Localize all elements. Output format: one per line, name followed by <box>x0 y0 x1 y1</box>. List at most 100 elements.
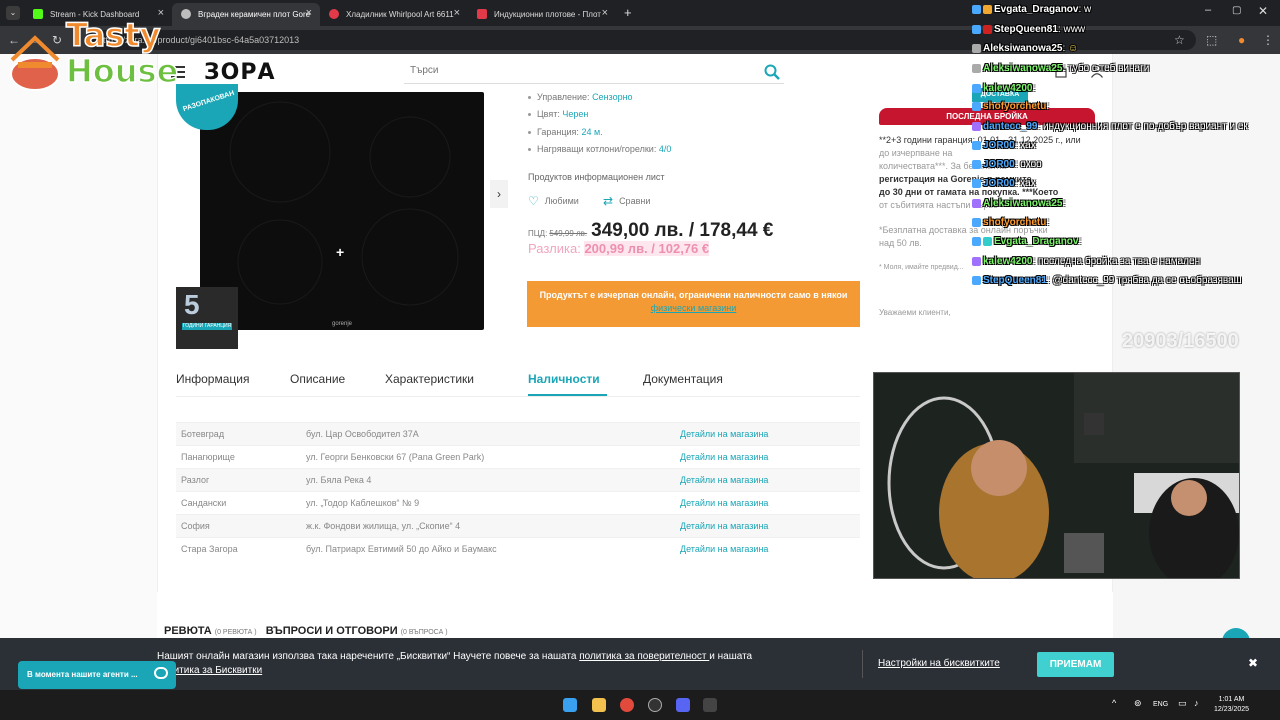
table-row: Панагюрище ул. Георги Бенковски 67 (Pana … <box>176 445 860 469</box>
store-favicon <box>477 9 487 19</box>
store-address: ул. „Тодор Каблешков“ № 9 <box>301 491 675 515</box>
store-details-link[interactable]: Детайли на магазина <box>675 468 860 492</box>
tray-app-icon[interactable]: ⊚ <box>1134 698 1142 709</box>
reviews-heading[interactable]: РЕВЮТА (0 РЕВЮТА ) ВЪПРОСИ И ОТГОВОРИ (0… <box>164 625 448 637</box>
browser-tab-zora[interactable]: Вграден керамичен плот Gore × <box>172 3 320 26</box>
favorites-button[interactable]: ♡ Любими <box>528 194 579 208</box>
physical-stores-link[interactable]: физически магазини <box>651 303 737 313</box>
cooktop-zones-graphic: gorenje <box>229 101 459 327</box>
discord-icon[interactable] <box>676 698 690 712</box>
cookie-text: Нашият онлайн магазин използва така наре… <box>157 651 753 676</box>
store-city: Разлог <box>176 468 301 492</box>
tab-documentation[interactable]: Документация <box>643 372 723 386</box>
tasty-house-logo: Tasty House <box>4 15 179 108</box>
table-row: Разлог ул. Бяла Река 4 Детайли на магазина <box>176 468 860 492</box>
old-price: 549,99 лв. <box>549 229 588 238</box>
table-row: София ж.к. Фондови жилища, ул. „Скопие“ 4… <box>176 514 860 538</box>
spec-color: Цвят: Черен <box>528 109 588 119</box>
chat-message: JOR00: хах <box>972 178 1036 189</box>
terminal-icon[interactable] <box>703 698 717 712</box>
compare-button[interactable]: ⇄ Сравни <box>603 194 650 208</box>
store-city: Сандански <box>176 491 301 515</box>
tab-availability[interactable]: Наличности <box>528 372 600 386</box>
browser-tab-whirlpool[interactable]: Хладилник Whirlpool Art 6611 × <box>320 3 468 26</box>
network-icon[interactable]: ▭ <box>1178 698 1187 709</box>
store-details-link[interactable]: Детайли на магазина <box>675 422 860 446</box>
chrome-icon[interactable] <box>620 698 634 712</box>
store-city: София <box>176 514 301 538</box>
tab-information[interactable]: Информация <box>176 372 249 386</box>
live-chat-widget[interactable]: В момента нашите агенти ... <box>18 661 176 689</box>
price-difference: Разлика: 200,99 лв. / 102,76 € <box>528 241 710 256</box>
chat-message: dantecc_99: индукционния плот е по-добър… <box>972 121 1248 132</box>
follower-goal-counter: 20903/16500 <box>1122 330 1239 352</box>
close-window-icon[interactable]: ✕ <box>1258 4 1268 18</box>
tab-label: Индукционни плотове - Плот <box>494 10 601 19</box>
store-address: ж.к. Фондови жилища, ул. „Скопие“ 4 <box>301 514 675 538</box>
chat-message: JOR00: охоо <box>972 159 1042 170</box>
store-details-link[interactable]: Детайли на магазина <box>675 537 860 561</box>
chat-icon <box>154 667 168 679</box>
system-clock[interactable]: 1:01 AM 12/23/2025 <box>1214 695 1249 715</box>
zoom-plus-icon[interactable]: + <box>336 244 344 260</box>
store-details-link[interactable]: Детайли на магазина <box>675 445 860 469</box>
close-tab-icon[interactable]: × <box>454 7 460 19</box>
store-details-link[interactable]: Детайли на магазина <box>675 491 860 515</box>
store-city: Панагюрище <box>176 445 301 469</box>
browser-menu-icon[interactable]: ⋮ <box>1262 33 1274 47</box>
store-address: бул. Патриарх Евтимий 50 до Айко и Баума… <box>301 537 675 561</box>
chat-message: Aleksiwanowa25: ☺ <box>972 43 1078 54</box>
next-image-arrow[interactable]: › <box>490 180 508 208</box>
svg-text:gorenje: gorenje <box>332 321 353 327</box>
zora-favicon <box>181 9 191 19</box>
profile-icon[interactable]: ● <box>1238 33 1245 47</box>
privacy-policy-link[interactable]: политика за поверителност <box>579 651 709 662</box>
search-icon[interactable] <box>764 64 780 80</box>
chat-message: JOR00: хах <box>972 140 1036 151</box>
site-logo[interactable]: ЗОРА <box>204 60 275 85</box>
heart-icon: ♡ <box>528 194 539 208</box>
tabs-divider <box>176 396 860 397</box>
extensions-icon[interactable]: ⬚ <box>1206 33 1217 47</box>
product-image[interactable]: gorenje <box>200 92 484 330</box>
accept-cookies-button[interactable]: ПРИЕМАМ <box>1037 652 1114 677</box>
maximize-window-icon[interactable]: ▢ <box>1232 5 1241 16</box>
cookie-banner: Нашият онлайн магазин използва така наре… <box>0 638 1280 690</box>
tab-characteristics[interactable]: Характеристики <box>385 372 474 386</box>
pot-icon <box>10 35 60 91</box>
close-tab-icon[interactable]: × <box>306 7 312 19</box>
out-of-stock-notice: Продуктът е изчерпан онлайн, ограничени … <box>527 281 860 327</box>
language-indicator[interactable]: ENG <box>1153 701 1168 708</box>
bookmark-star-icon[interactable]: ☆ <box>1174 33 1185 47</box>
volume-icon[interactable]: ♪ <box>1194 698 1199 708</box>
spec-warranty: Гаранция: 24 м. <box>528 127 603 137</box>
tab-description[interactable]: Описание <box>290 372 345 386</box>
chat-message: shofyorchetu: <box>972 101 1049 112</box>
store-city: Стара Загора <box>176 537 301 561</box>
table-row: Ботевград бул. Цар Освободител 37А Детайли… <box>176 422 860 446</box>
stores-table: Ботевград бул. Цар Освободител 37А Детайли… <box>176 422 860 561</box>
obs-icon[interactable] <box>648 698 662 712</box>
chat-message: shofyorchetu: <box>972 217 1049 228</box>
windows-start-icon[interactable] <box>563 698 577 712</box>
file-explorer-icon[interactable] <box>592 698 606 712</box>
minimize-window-icon[interactable]: – <box>1205 4 1211 16</box>
search-input[interactable] <box>410 65 740 76</box>
store-address: ул. Бяла Река 4 <box>301 468 675 492</box>
cookie-settings-link[interactable]: Настройки на бисквитките <box>878 658 1000 669</box>
table-row: Сандански ул. „Тодор Каблешков“ № 9 Детайл… <box>176 491 860 515</box>
webcam-overlay <box>873 372 1240 579</box>
product-datasheet-link[interactable]: Продуктов информационен лист <box>528 172 665 182</box>
browser-tab-induction[interactable]: Индукционни плотове - Плот × <box>468 3 616 26</box>
close-tab-icon[interactable]: × <box>602 7 608 19</box>
chat-message: StepQueen81: @dantecc_99 трябва да се съ… <box>972 275 1242 286</box>
new-tab-button[interactable]: + <box>624 5 632 20</box>
compare-arrows-icon: ⇄ <box>603 194 614 208</box>
store-city: Ботевград <box>176 422 301 446</box>
cookie-divider <box>862 650 863 678</box>
page-margin-left <box>0 54 157 690</box>
close-icon[interactable]: ✖ <box>1248 656 1258 670</box>
tray-chevron-icon[interactable]: ^ <box>1112 698 1116 708</box>
spec-control: Управление: Сензорно <box>528 92 633 102</box>
store-details-link[interactable]: Детайли на магазина <box>675 514 860 538</box>
